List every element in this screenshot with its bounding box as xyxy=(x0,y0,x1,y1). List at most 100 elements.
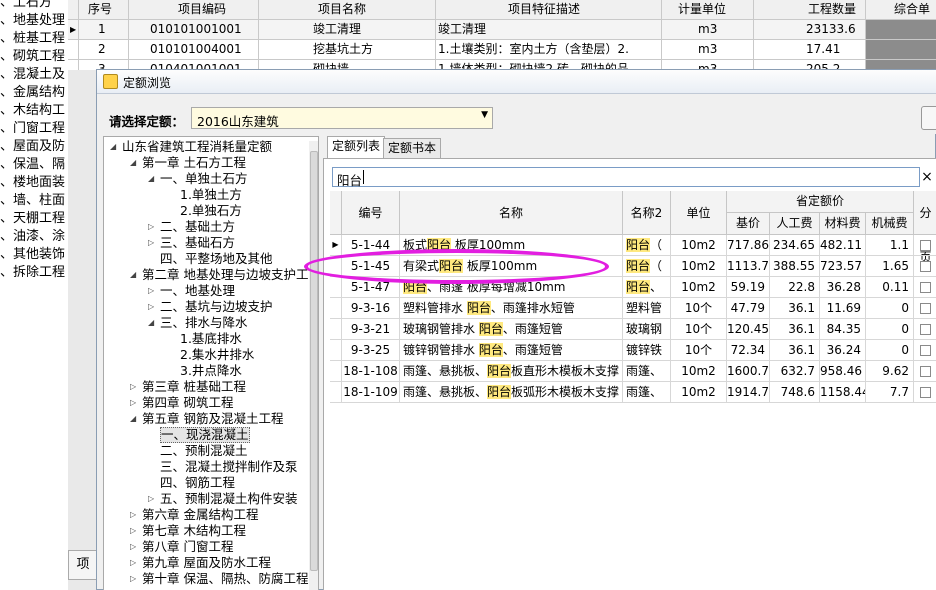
expand-arrow-icon[interactable]: ▷ xyxy=(148,219,154,235)
grid-header-base[interactable]: 基价 xyxy=(727,213,770,235)
tree-node[interactable]: 第二章 地基处理与边坡支护工 xyxy=(142,267,308,283)
tree-node[interactable]: 第八章 门窗工程 xyxy=(142,539,233,555)
tree-node[interactable]: 四、钢筋工程 xyxy=(160,475,235,491)
tree-node[interactable]: 第十章 保温、隔热、防腐工程 xyxy=(142,571,308,587)
tree-node[interactable]: 二、基坑与边坡支护 xyxy=(160,299,273,315)
left-list-item[interactable]: 、地基处理 xyxy=(0,12,65,30)
split-checkbox[interactable] xyxy=(920,366,931,377)
tree-node[interactable]: 第九章 屋面及防水工程 xyxy=(142,555,271,571)
quota-select[interactable]: 2016山东建筑 ▼ xyxy=(191,107,493,129)
split-checkbox[interactable] xyxy=(920,324,931,335)
search-input[interactable]: 阳台 xyxy=(332,167,920,188)
left-list-item[interactable]: 、墙、柱面 xyxy=(0,192,65,210)
bill-table-row[interactable]: 2 010101004001 挖基坑土方 1.土壤类别：室内土方（含垫层）2. m3 17… xyxy=(68,40,936,60)
cell-material: 36.28 xyxy=(820,277,866,298)
collapse-arrow-icon[interactable]: ◢ xyxy=(148,315,154,331)
bill-table-row[interactable]: ▶ 1 010101001001 竣工清理 竣工清理 m3 23133.6 xyxy=(68,20,936,40)
tree-node[interactable]: 二、基础土方 xyxy=(160,219,235,235)
tree-node[interactable]: 一、地基处理 xyxy=(160,283,235,299)
tree-node[interactable]: 一、现浇混凝土 xyxy=(160,427,250,443)
tree-node[interactable]: 三、基础石方 xyxy=(160,235,235,251)
collapse-arrow-icon[interactable]: ◢ xyxy=(130,155,136,171)
split-checkbox[interactable] xyxy=(920,387,931,398)
split-checkbox[interactable] xyxy=(920,303,931,314)
tree-node[interactable]: 二、预制混凝土 xyxy=(160,443,248,459)
tree-node[interactable]: 2.集水井排水 xyxy=(180,347,254,363)
tree-node[interactable]: 四、平整场地及其他 xyxy=(160,251,273,267)
expand-arrow-icon[interactable]: ▷ xyxy=(148,299,154,315)
tree-node[interactable]: 第五章 钢筋及混凝土工程 xyxy=(142,411,283,427)
split-checkbox[interactable] xyxy=(920,282,931,293)
grid-header-name2[interactable]: 名称2 xyxy=(623,191,671,235)
bottom-tab-button[interactable]: 项 xyxy=(68,550,98,580)
left-list-item[interactable]: 、门窗工程 xyxy=(0,120,65,138)
grid-header-name[interactable]: 名称 xyxy=(400,191,623,235)
collapse-arrow-icon[interactable]: ◢ xyxy=(130,411,136,427)
left-list-item[interactable]: 、金属结构 xyxy=(0,84,65,102)
tab-quota-list[interactable]: 定额列表 xyxy=(327,136,386,158)
grid-header-code[interactable]: 编号 xyxy=(342,191,400,235)
grid-header-unit[interactable]: 单位 xyxy=(671,191,727,235)
tree-node[interactable]: 第三章 桩基础工程 xyxy=(142,379,246,395)
tree-node[interactable]: 3.井点降水 xyxy=(180,363,242,379)
expand-arrow-icon[interactable]: ▷ xyxy=(130,571,136,587)
bill-cell-desc: 竣工清理 xyxy=(438,22,487,36)
left-list-item[interactable]: 、土石方 xyxy=(0,0,52,12)
bill-cell-name: 挖基坑土方 xyxy=(313,42,374,56)
collapse-arrow-icon[interactable]: ◢ xyxy=(148,171,154,187)
expand-arrow-icon[interactable]: ▷ xyxy=(130,555,136,571)
left-list-item[interactable]: 、其他装饰 xyxy=(0,246,65,264)
split-checkbox[interactable] xyxy=(920,345,931,356)
left-list-item[interactable]: 、木结构工 xyxy=(0,102,65,120)
expand-arrow-icon[interactable]: ▷ xyxy=(148,491,154,507)
left-list-item[interactable]: 、混凝土及 xyxy=(0,66,65,84)
split-checkbox[interactable] xyxy=(920,261,931,272)
collapse-arrow-icon[interactable]: ◢ xyxy=(130,267,136,283)
grid-header-material[interactable]: 材料费 xyxy=(820,213,866,235)
tree-node[interactable]: 1.单独土方 xyxy=(180,187,242,203)
cell-machine: 0.11 xyxy=(866,277,914,298)
tree-node[interactable]: 三、排水与降水 xyxy=(160,315,248,331)
expand-arrow-icon[interactable]: ▷ xyxy=(130,507,136,523)
close-icon[interactable]: × xyxy=(918,167,936,187)
grid-header-machine[interactable]: 机械费 xyxy=(866,213,914,235)
confirm-button[interactable] xyxy=(921,106,936,130)
tree-node[interactable]: 五、预制混凝土构件安装 xyxy=(160,491,298,507)
expand-arrow-icon[interactable]: ▷ xyxy=(148,283,154,299)
cell-name2-text: 雨篷、 xyxy=(626,385,663,399)
cell-base: 59.19 xyxy=(727,277,770,298)
tree-scrollbar-thumb[interactable] xyxy=(310,151,318,571)
left-list-item[interactable]: 、桩基工程 xyxy=(0,30,65,48)
tree-node[interactable]: 山东省建筑工程消耗量定额 xyxy=(122,139,272,155)
grid-header-split[interactable]: 分页 xyxy=(914,191,936,264)
tree-node[interactable]: 第七章 木结构工程 xyxy=(142,523,246,539)
left-list-item[interactable]: 、保温、隔 xyxy=(0,156,65,174)
expand-arrow-icon[interactable]: ▷ xyxy=(130,379,136,395)
tree-node[interactable]: 第一章 土石方工程 xyxy=(142,155,246,171)
collapse-arrow-icon[interactable]: ◢ xyxy=(110,139,116,155)
tree-node[interactable]: 第四章 砌筑工程 xyxy=(142,395,233,411)
left-list-item[interactable]: 、拆除工程 xyxy=(0,264,65,282)
tab-quota-book[interactable]: 定额书本 xyxy=(383,138,442,158)
tree-node[interactable]: 2.单独石方 xyxy=(180,203,242,219)
left-list-item[interactable]: 、油漆、涂 xyxy=(0,228,65,246)
left-list-item[interactable]: 、天棚工程 xyxy=(0,210,65,228)
left-list-item[interactable]: 、屋面及防 xyxy=(0,138,65,156)
grid-header-labor[interactable]: 人工费 xyxy=(770,213,820,235)
tree-node[interactable]: 三、混凝土搅拌制作及泵 xyxy=(160,459,298,475)
quota-list-panel: 阳台 × 编号 名称 名称2 单位 省定额价 基价 人工费 材料费 机械费 分页… xyxy=(323,158,936,590)
expand-arrow-icon[interactable]: ▷ xyxy=(130,395,136,411)
expand-arrow-icon[interactable]: ▷ xyxy=(130,539,136,555)
split-checkbox[interactable] xyxy=(920,240,931,251)
cell-unit: 10m2 xyxy=(671,256,727,277)
left-list-item[interactable]: 、砌筑工程 xyxy=(0,48,65,66)
expand-arrow-icon[interactable]: ▷ xyxy=(148,235,154,251)
tree-node[interactable]: 1.基底排水 xyxy=(180,331,242,347)
expand-arrow-icon[interactable]: ▷ xyxy=(130,523,136,539)
cell-name: 玻璃钢管排水 阳台、雨篷短管 xyxy=(400,319,623,340)
tree-node[interactable]: 第六章 金属结构工程 xyxy=(142,507,258,523)
tree-scrollbar[interactable] xyxy=(309,141,318,590)
dialog-titlebar[interactable]: 定额浏览 xyxy=(97,70,936,94)
tree-node[interactable]: 一、单独土石方 xyxy=(160,171,248,187)
left-list-item[interactable]: 、楼地面装 xyxy=(0,174,65,192)
